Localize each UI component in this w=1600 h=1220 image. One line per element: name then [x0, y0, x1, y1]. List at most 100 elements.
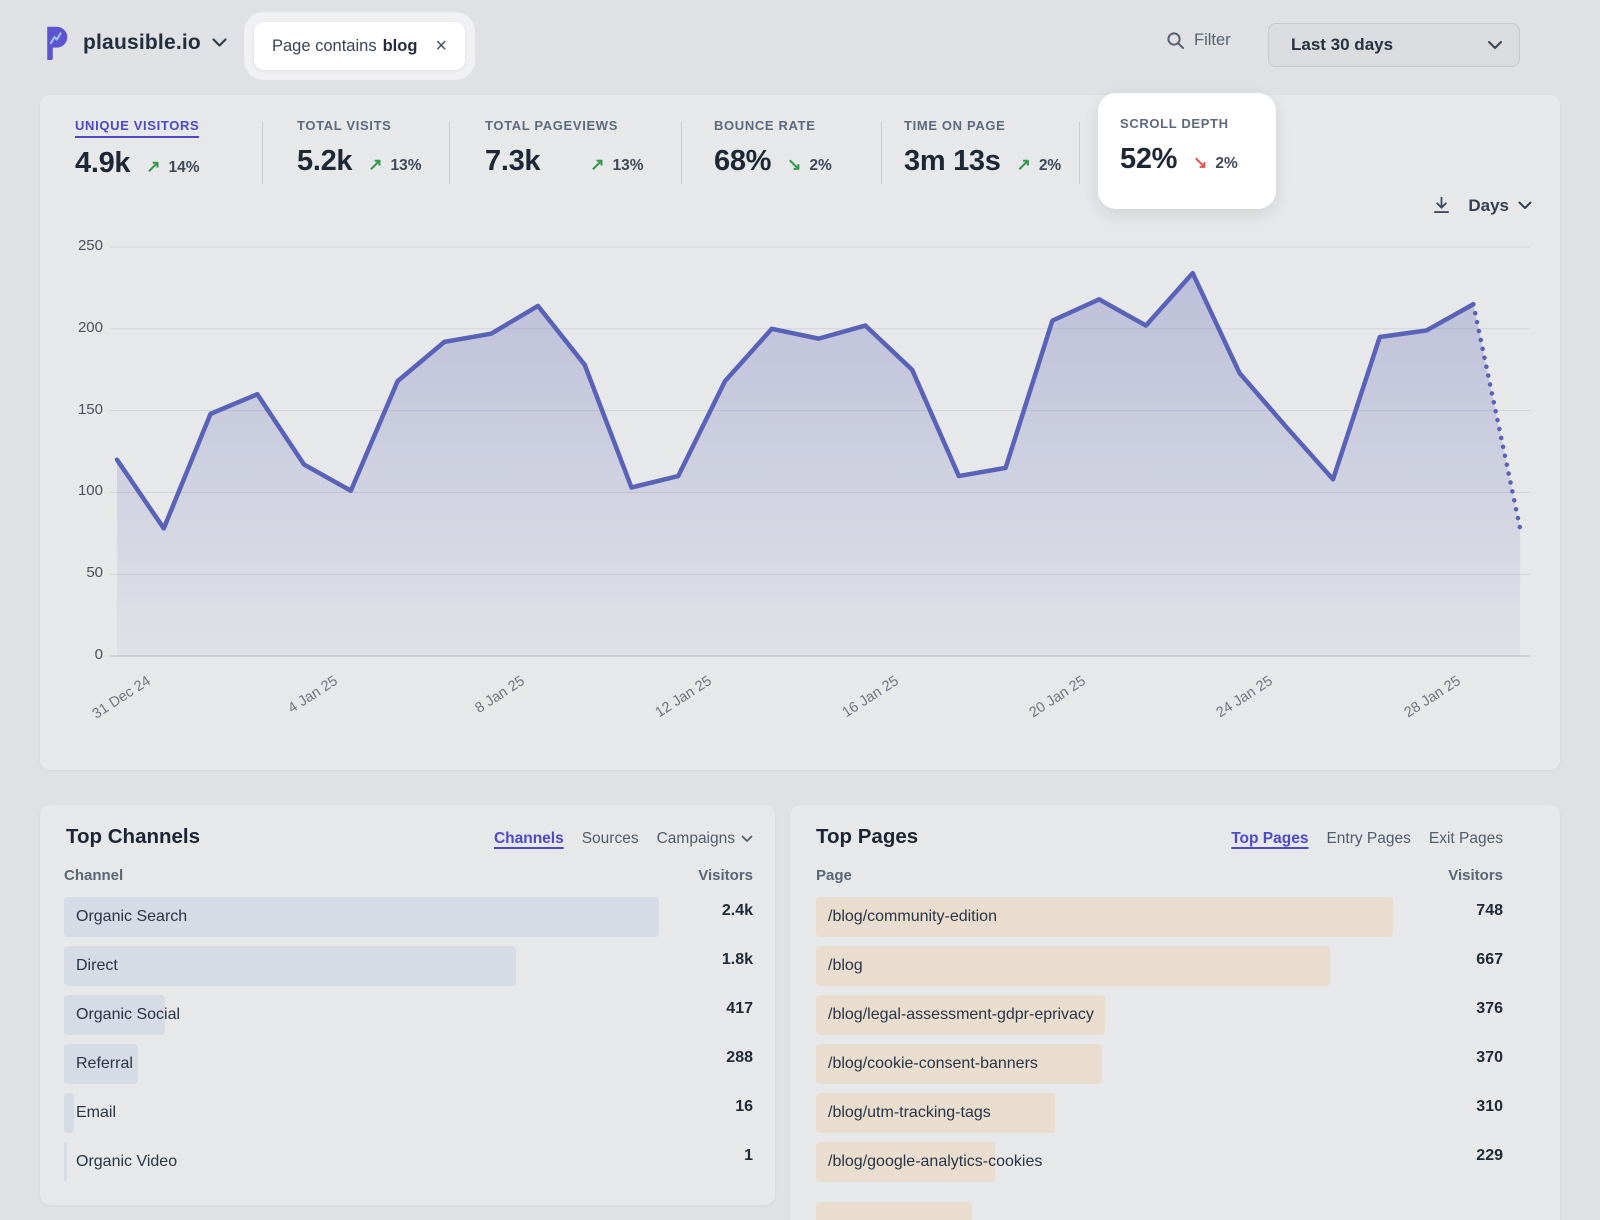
table-row[interactable]: /blog/legal-assessment-gdpr-eprivacy 376	[816, 995, 1503, 1035]
stat-unique-visitors[interactable]: UNIQUE VISITORS 4.9k ↗ 14%	[75, 117, 200, 180]
row-bar	[64, 1142, 67, 1182]
table-row-partial[interactable]	[816, 1202, 1503, 1220]
stat-scroll-depth[interactable]: SCROLL DEPTH 52% ↘ 2%	[1120, 115, 1238, 176]
filter-chip[interactable]: Page contains blog ×	[254, 22, 465, 70]
tab-exit-pages[interactable]: Exit Pages	[1429, 830, 1503, 848]
stat-value: 5.2k	[297, 145, 352, 178]
stat-bounce-rate[interactable]: BOUNCE RATE 68% ↘ 2%	[714, 117, 832, 178]
table-row[interactable]: Direct 1.8k	[64, 946, 753, 986]
y-axis-label: 0	[48, 646, 103, 663]
row-label: Direct	[76, 946, 118, 986]
tab-label: Campaigns	[657, 830, 735, 848]
trend-up-icon: ↗	[146, 157, 160, 177]
search-icon	[1166, 31, 1185, 50]
stat-value: 52%	[1120, 143, 1177, 176]
channels-column-headers: Channel Visitors	[64, 867, 753, 884]
stat-value: 7.3k	[485, 145, 540, 178]
filter-chip-value: blog	[383, 37, 418, 56]
row-value: 16	[735, 1098, 753, 1116]
row-label: /blog/community-edition	[828, 897, 997, 937]
close-icon[interactable]: ×	[435, 36, 447, 56]
table-row[interactable]: Organic Video 1	[64, 1142, 753, 1182]
row-bar	[64, 946, 516, 986]
plausible-dashboard: plausible.io Page contains blog × Filter…	[0, 0, 1600, 1220]
stat-divider	[262, 122, 263, 184]
x-axis-label: 12 Jan 25	[614, 673, 715, 746]
top-channels-title: Top Channels	[66, 825, 200, 849]
stat-label: SCROLL DEPTH	[1120, 116, 1229, 134]
trend-up-icon: ↗	[368, 155, 382, 175]
row-bar	[816, 946, 1330, 986]
stat-label: BOUNCE RATE	[714, 118, 816, 136]
visitors-line-chart: 05010015020025031 Dec 244 Jan 258 Jan 25…	[110, 240, 1530, 662]
row-label: Referral	[76, 1044, 133, 1084]
tab-top-pages[interactable]: Top Pages	[1231, 830, 1308, 848]
row-value: 310	[1476, 1098, 1503, 1116]
column-header-visitors: Visitors	[1448, 867, 1503, 884]
tab-channels[interactable]: Channels	[494, 830, 564, 848]
table-row[interactable]: Organic Social 417	[64, 995, 753, 1035]
stat-total-visits[interactable]: TOTAL VISITS 5.2k ↗ 13%	[297, 117, 422, 178]
stat-label: TIME ON PAGE	[904, 118, 1005, 136]
stat-change: 14%	[169, 159, 200, 177]
visitors-chart-panel: UNIQUE VISITORS 4.9k ↗ 14% TOTAL VISITS …	[40, 95, 1560, 770]
table-row[interactable]: Organic Search 2.4k	[64, 897, 753, 937]
tab-campaigns[interactable]: Campaigns	[657, 830, 753, 848]
table-row[interactable]: /blog 667	[816, 946, 1503, 986]
stat-value: 68%	[714, 145, 771, 178]
top-pages-panel: Top Pages Top Pages Entry Pages Exit Pag…	[790, 805, 1560, 1220]
stat-change: 2%	[809, 157, 831, 175]
chart-canvas	[110, 240, 1530, 662]
filter-button-label: Filter	[1194, 31, 1231, 50]
row-value: 229	[1476, 1147, 1503, 1165]
tab-sources[interactable]: Sources	[582, 830, 639, 848]
row-label: /blog/legal-assessment-gdpr-eprivacy	[828, 995, 1094, 1035]
stat-time-on-page[interactable]: TIME ON PAGE 3m 13s ↗ 2%	[904, 117, 1061, 178]
stat-divider	[681, 122, 682, 184]
stat-change: 13%	[613, 157, 644, 175]
y-axis-label: 250	[48, 237, 103, 254]
column-header-channel: Channel	[64, 867, 123, 884]
table-row[interactable]: Referral 288	[64, 1044, 753, 1084]
stat-label: TOTAL PAGEVIEWS	[485, 118, 618, 136]
table-row[interactable]: /blog/community-edition 748	[816, 897, 1503, 937]
stat-change: 2%	[1215, 155, 1237, 173]
table-row[interactable]: Email 16	[64, 1093, 753, 1133]
x-axis-label: 4 Jan 25	[240, 673, 341, 746]
stat-divider	[449, 122, 450, 184]
site-switcher[interactable]: plausible.io	[43, 24, 227, 61]
row-label: /blog/cookie-consent-banners	[828, 1044, 1038, 1084]
table-row[interactable]: /blog/cookie-consent-banners 370	[816, 1044, 1503, 1084]
scroll-depth-highlight-card: SCROLL DEPTH 52% ↘ 2%	[1098, 93, 1276, 209]
x-axis-label: 8 Jan 25	[427, 673, 528, 746]
interval-select[interactable]: Days	[1468, 196, 1532, 216]
stat-total-pageviews[interactable]: TOTAL PAGEVIEWS 7.3k ↗ 13%	[485, 117, 644, 178]
chevron-down-icon	[741, 835, 753, 843]
chevron-down-icon	[212, 34, 227, 52]
y-axis-label: 200	[48, 319, 103, 336]
row-value: 1	[744, 1147, 753, 1165]
row-label: /blog/google-analytics-cookies	[828, 1142, 1042, 1182]
chevron-down-icon	[1518, 201, 1532, 210]
site-name: plausible.io	[83, 31, 201, 55]
chart-area-fill	[117, 273, 1520, 656]
download-icon[interactable]	[1431, 195, 1452, 216]
pages-column-headers: Page Visitors	[816, 867, 1503, 884]
trend-down-icon: ↘	[1193, 153, 1207, 173]
row-label: /blog	[828, 946, 863, 986]
row-value: 288	[726, 1049, 753, 1067]
date-range-select[interactable]: Last 30 days	[1268, 23, 1520, 67]
stat-value: 4.9k	[75, 147, 130, 180]
stat-divider	[1079, 122, 1080, 184]
stat-label: TOTAL VISITS	[297, 118, 391, 136]
trend-up-icon: ↗	[590, 155, 604, 175]
table-row[interactable]: /blog/google-analytics-cookies 229	[816, 1142, 1503, 1182]
row-value: 417	[726, 1000, 753, 1018]
y-axis-label: 150	[48, 401, 103, 418]
top-channels-tabs: Channels Sources Campaigns	[494, 830, 753, 848]
filter-button[interactable]: Filter	[1160, 30, 1237, 51]
row-value: 667	[1476, 951, 1503, 969]
tab-entry-pages[interactable]: Entry Pages	[1326, 830, 1410, 848]
x-axis-label: 24 Jan 25	[1175, 673, 1276, 746]
table-row[interactable]: /blog/utm-tracking-tags 310	[816, 1093, 1503, 1133]
